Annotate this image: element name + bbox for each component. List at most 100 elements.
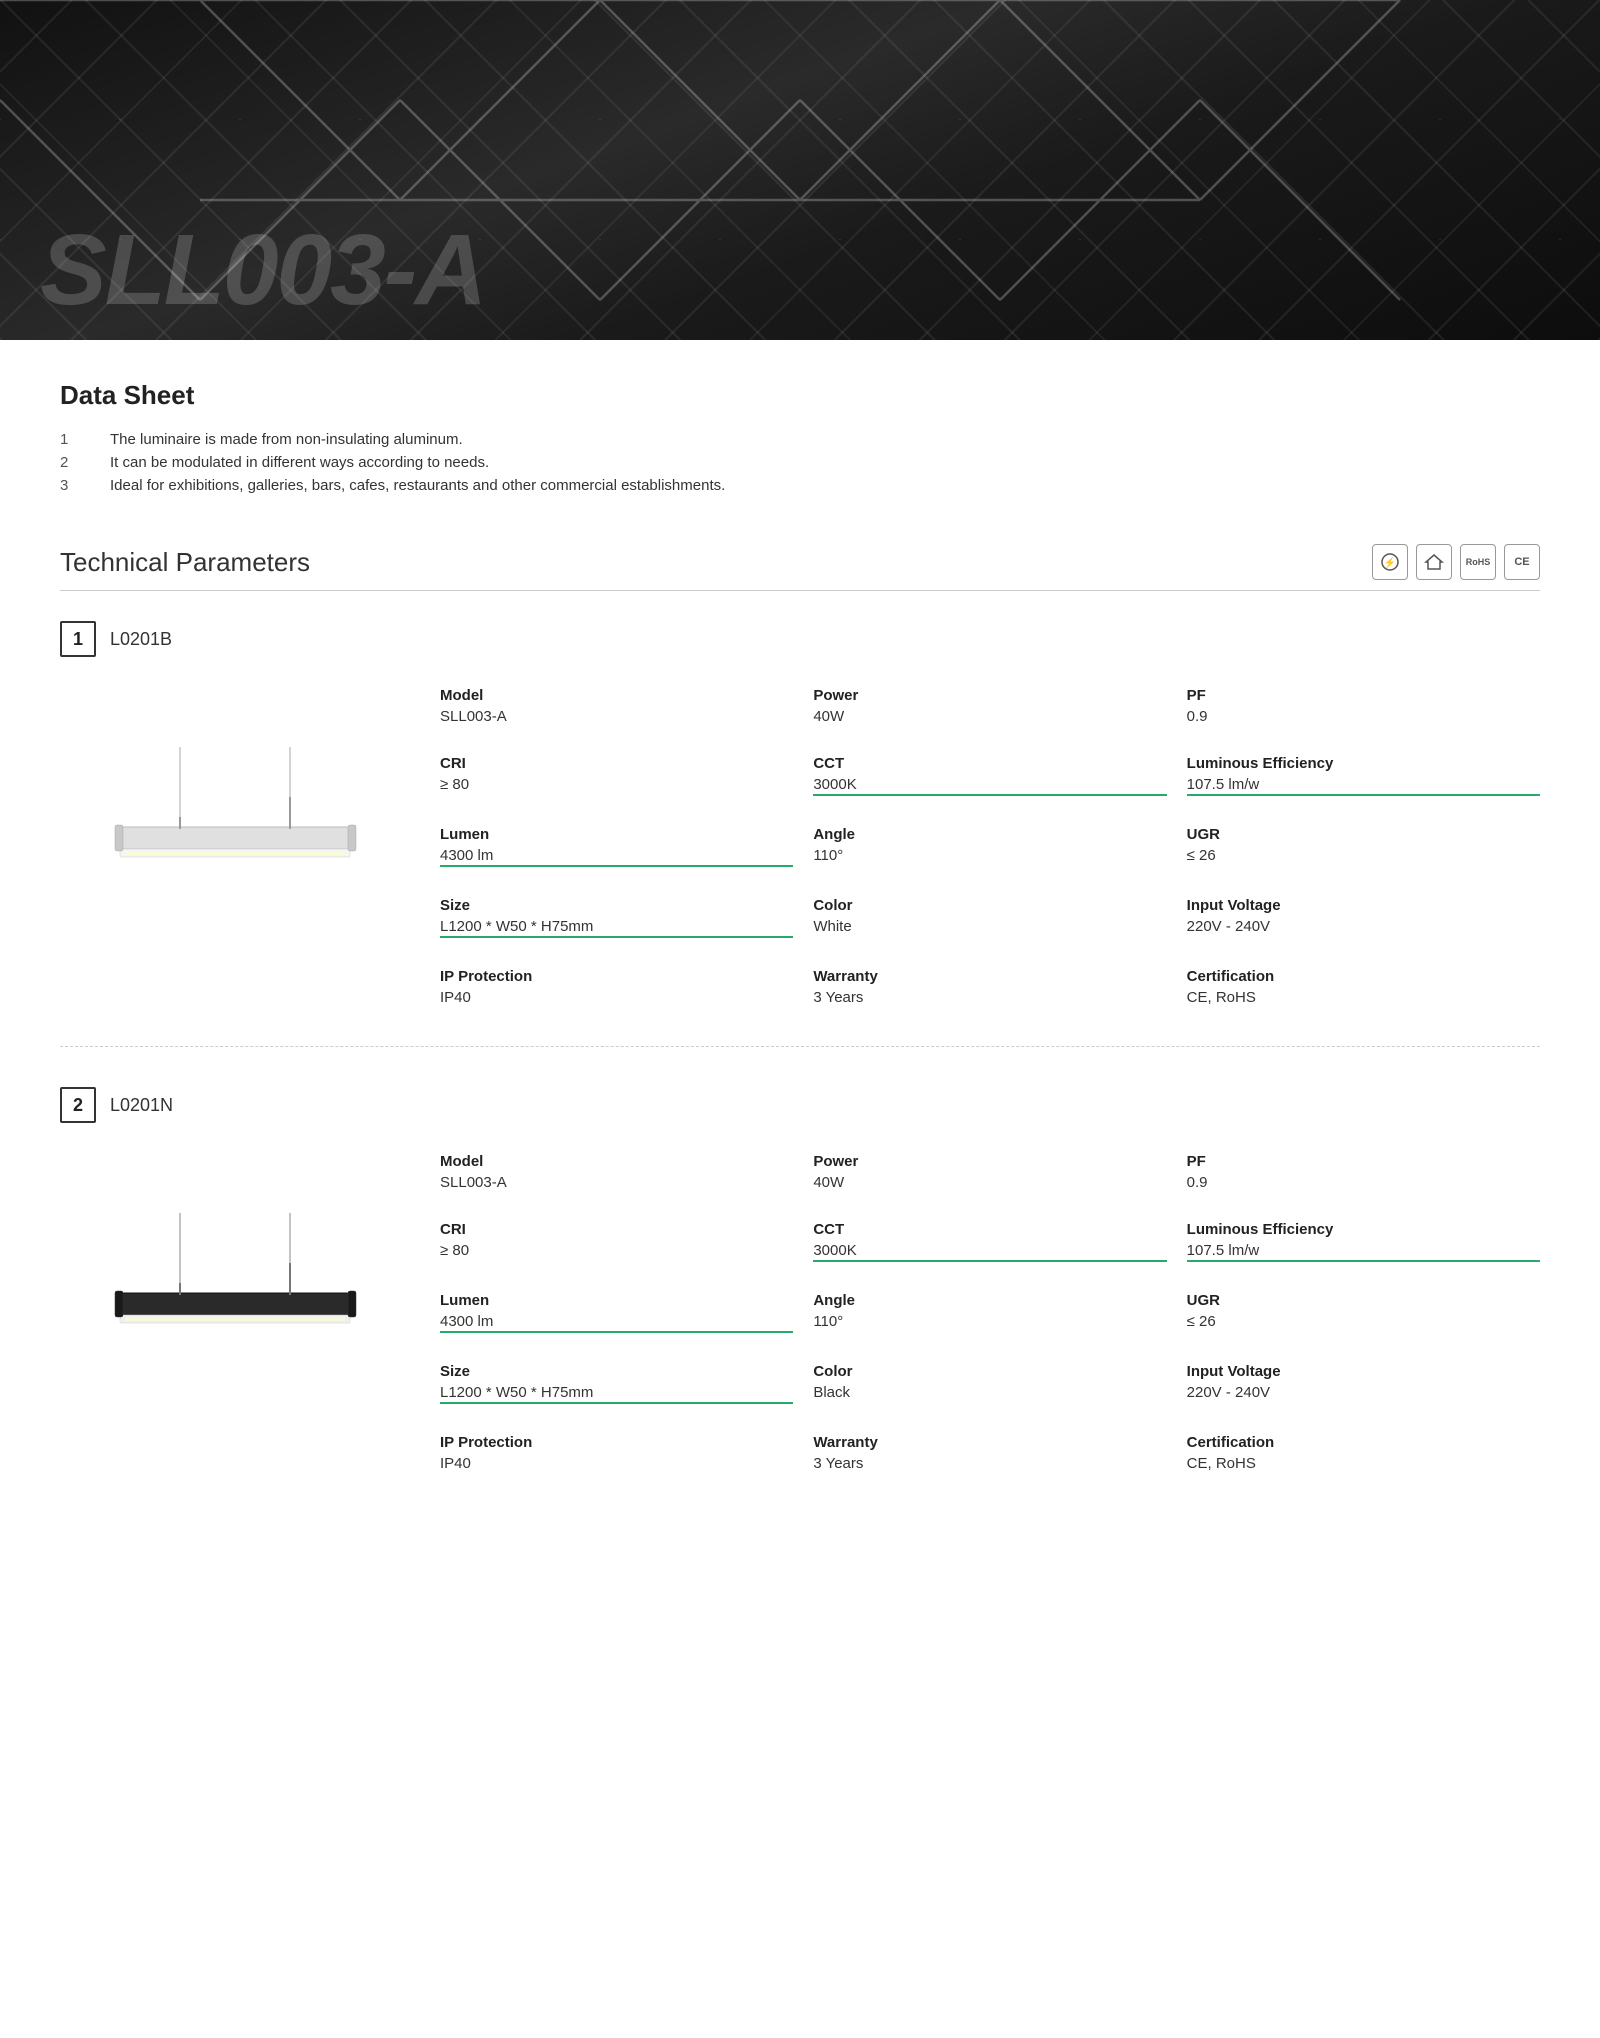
param-value: White	[813, 918, 1166, 935]
param-label: Model	[440, 1153, 793, 1170]
param-value: 107.5 lm/w	[1187, 1242, 1540, 1262]
param-value: ≥ 80	[440, 776, 793, 793]
param-value: 4300 lm	[440, 1313, 793, 1333]
product-image-2	[60, 1153, 400, 1472]
param-ugr: UGR ≤ 26	[1187, 826, 1540, 867]
param-label: Lumen	[440, 1292, 793, 1309]
hero-product-title: SLL003-A	[40, 220, 485, 320]
param-certification-2: Certification CE, RoHS	[1187, 1434, 1540, 1472]
param-value: 0.9	[1187, 708, 1540, 725]
param-ip: IP Protection IP40	[440, 968, 793, 1006]
param-label: IP Protection	[440, 968, 793, 985]
param-label: Certification	[1187, 1434, 1540, 1451]
param-value: 3000K	[813, 776, 1166, 796]
param-value: 220V - 240V	[1187, 918, 1540, 935]
product-code-1: L0201B	[110, 629, 172, 650]
list-num: 2	[60, 454, 90, 471]
param-value: ≤ 26	[1187, 1313, 1540, 1330]
product-section-2: 2 L0201N	[60, 1087, 1540, 1472]
param-value: 110°	[813, 1313, 1166, 1330]
param-power: Power 40W	[813, 687, 1166, 725]
params-grid-1: Model SLL003-A Power 40W PF 0.9 CRI ≥ 80	[440, 687, 1540, 1006]
param-cct-2: CCT 3000K	[813, 1221, 1166, 1262]
param-value: 3000K	[813, 1242, 1166, 1262]
param-certification: Certification CE, RoHS	[1187, 968, 1540, 1006]
product-layout-2: Model SLL003-A Power 40W PF 0.9 CRI ≥ 80	[60, 1153, 1540, 1472]
product-number-row-2: 2 L0201N	[60, 1087, 1540, 1123]
param-label: IP Protection	[440, 1434, 793, 1451]
param-value: L1200 * W50 * H75mm	[440, 1384, 793, 1404]
param-power-2: Power 40W	[813, 1153, 1166, 1191]
param-label: CRI	[440, 755, 793, 772]
param-value: 3 Years	[813, 1455, 1166, 1472]
list-text: It can be modulated in different ways ac…	[110, 454, 489, 471]
param-input-voltage-2: Input Voltage 220V - 240V	[1187, 1363, 1540, 1404]
hero-section: SLL003-A	[0, 0, 1600, 340]
param-lumen-2: Lumen 4300 lm	[440, 1292, 793, 1333]
param-input-voltage: Input Voltage 220V - 240V	[1187, 897, 1540, 938]
param-warranty: Warranty 3 Years	[813, 968, 1166, 1006]
param-label: Angle	[813, 826, 1166, 843]
param-label: Input Voltage	[1187, 1363, 1540, 1380]
param-value: ≤ 26	[1187, 847, 1540, 864]
param-label: PF	[1187, 687, 1540, 704]
param-label: Certification	[1187, 968, 1540, 985]
param-label: CCT	[813, 755, 1166, 772]
param-value: 110°	[813, 847, 1166, 864]
section-divider	[60, 590, 1540, 591]
param-value: 40W	[813, 1174, 1166, 1191]
param-label: UGR	[1187, 826, 1540, 843]
product-number-row-1: 1 L0201B	[60, 621, 1540, 657]
param-label: Power	[813, 1153, 1166, 1170]
param-label: Lumen	[440, 826, 793, 843]
data-sheet-title: Data Sheet	[60, 380, 1540, 411]
param-cri: CRI ≥ 80	[440, 755, 793, 796]
param-label: Warranty	[813, 1434, 1166, 1451]
param-label: Luminous Efficiency	[1187, 755, 1540, 772]
param-label: Color	[813, 1363, 1166, 1380]
product-code-2: L0201N	[110, 1095, 173, 1116]
param-angle-2: Angle 110°	[813, 1292, 1166, 1333]
param-cri-2: CRI ≥ 80	[440, 1221, 793, 1262]
fixture-drawing-black	[70, 1213, 390, 1413]
param-luminous-efficiency: Luminous Efficiency 107.5 lm/w	[1187, 755, 1540, 796]
tech-params-header: Technical Parameters ⚡ RoHS CE	[60, 544, 1540, 580]
param-pf-2: PF 0.9	[1187, 1153, 1540, 1191]
param-lumen: Lumen 4300 lm	[440, 826, 793, 867]
param-value: SLL003-A	[440, 708, 793, 725]
data-sheet-list: 1 The luminaire is made from non-insulat…	[60, 431, 1540, 494]
main-content: Data Sheet 1 The luminaire is made from …	[0, 340, 1600, 1532]
param-luminous-efficiency-2: Luminous Efficiency 107.5 lm/w	[1187, 1221, 1540, 1262]
param-label: UGR	[1187, 1292, 1540, 1309]
param-label: CCT	[813, 1221, 1166, 1238]
param-value: IP40	[440, 1455, 793, 1472]
param-value: CE, RoHS	[1187, 989, 1540, 1006]
param-model-2: Model SLL003-A	[440, 1153, 793, 1191]
list-num: 3	[60, 477, 90, 494]
param-value: 0.9	[1187, 1174, 1540, 1191]
param-label: Model	[440, 687, 793, 704]
product-number-box-1: 1	[60, 621, 96, 657]
param-value: SLL003-A	[440, 1174, 793, 1191]
param-value: L1200 * W50 * H75mm	[440, 918, 793, 938]
param-value: 3 Years	[813, 989, 1166, 1006]
list-text: Ideal for exhibitions, galleries, bars, …	[110, 477, 725, 494]
list-item: 1 The luminaire is made from non-insulat…	[60, 431, 1540, 448]
param-value: 220V - 240V	[1187, 1384, 1540, 1401]
product-number-box-2: 2	[60, 1087, 96, 1123]
param-value: ≥ 80	[440, 1242, 793, 1259]
param-label: CRI	[440, 1221, 793, 1238]
param-value: 4300 lm	[440, 847, 793, 867]
param-value: 40W	[813, 708, 1166, 725]
param-ip-2: IP Protection IP40	[440, 1434, 793, 1472]
list-item: 3 Ideal for exhibitions, galleries, bars…	[60, 477, 1540, 494]
param-value: CE, RoHS	[1187, 1455, 1540, 1472]
param-value: Black	[813, 1384, 1166, 1401]
param-label: PF	[1187, 1153, 1540, 1170]
param-warranty-2: Warranty 3 Years	[813, 1434, 1166, 1472]
product-divider	[60, 1046, 1540, 1047]
tech-params-title: Technical Parameters	[60, 547, 310, 578]
list-text: The luminaire is made from non-insulatin…	[110, 431, 463, 448]
list-item: 2 It can be modulated in different ways …	[60, 454, 1540, 471]
product-section-1: 1 L0201B	[60, 621, 1540, 1006]
